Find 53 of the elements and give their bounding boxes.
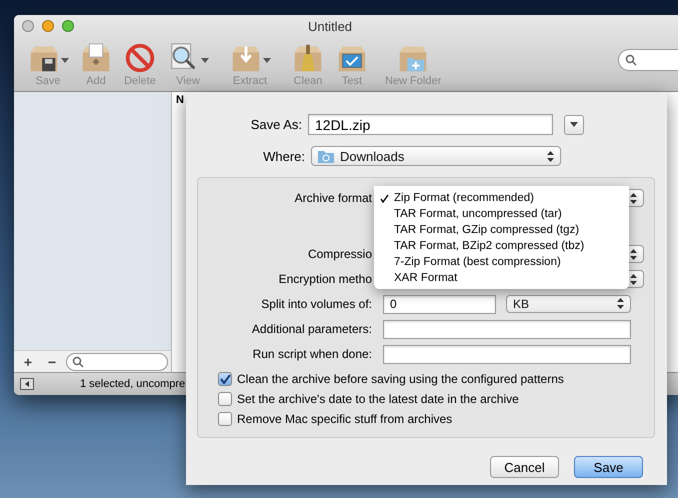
minimize-window-icon[interactable] (42, 20, 54, 32)
stepper-arrows-icon (630, 248, 637, 260)
field-label: Where: (262, 148, 306, 164)
menu-item[interactable]: TAR Format, GZip compressed (tgz) (374, 222, 629, 238)
checkbox-label: Remove Mac specific stuff from archives (237, 412, 452, 426)
search-field[interactable] (618, 49, 678, 71)
checkbox[interactable] (218, 412, 232, 426)
checkbox[interactable] (218, 372, 232, 386)
add-button[interactable]: + (18, 354, 38, 370)
caret-icon (201, 58, 209, 63)
volume-size-field[interactable]: 0 (383, 294, 496, 314)
status-text: 1 selected, uncompre (80, 378, 186, 390)
option-label: Archive format (294, 191, 372, 205)
checkbox-label: Clean the archive before saving using the configured patterns (237, 372, 564, 386)
expand-button[interactable] (564, 114, 584, 134)
option-label: Encryption metho (278, 272, 372, 286)
search-icon (625, 54, 637, 66)
location-popup[interactable]: Downloads (311, 146, 561, 166)
unit-popup[interactable]: KB (506, 294, 631, 312)
field-label: Save As: (250, 117, 303, 132)
menu-item[interactable]: TAR Format, uncompressed (tar) (374, 206, 629, 222)
filename-field[interactable]: 12DL.zip (308, 114, 553, 135)
folder-icon (318, 150, 334, 162)
close-window-icon[interactable] (22, 20, 34, 32)
option-label: Compressio (306, 247, 372, 261)
caret-icon (61, 58, 69, 63)
sidebar-toggle-icon[interactable] (20, 378, 34, 390)
checkmark-icon (220, 374, 230, 384)
option-label: Split into volumes of: (260, 297, 372, 311)
remove-button[interactable]: − (42, 354, 62, 370)
text-field[interactable] (383, 320, 631, 338)
option-label: Additional parameters: (250, 322, 372, 336)
menu-item[interactable]: 7-Zip Format (best compression) (374, 254, 629, 270)
prohibited-icon (123, 41, 157, 75)
stepper-arrows-icon (617, 298, 624, 309)
stepper-arrows-icon (630, 192, 637, 204)
search-icon (72, 356, 84, 368)
checkbox[interactable] (218, 392, 232, 406)
save-button[interactable]: Save (574, 456, 643, 478)
cancel-button[interactable]: Cancel (490, 456, 559, 478)
zoom-window-icon[interactable] (62, 20, 74, 32)
window-title: Untitled (308, 18, 352, 34)
caret-icon (263, 58, 271, 63)
text-field[interactable] (383, 344, 631, 364)
stepper-arrows-icon (547, 150, 554, 162)
search-field[interactable] (66, 352, 168, 370)
menu-item[interactable]: XAR Format (374, 270, 629, 286)
menu-item[interactable]: Zip Format (recommended) (374, 190, 629, 206)
stepper-arrows-icon (630, 274, 637, 284)
menu-item[interactable]: TAR Format, BZip2 compressed (tbz) (374, 238, 629, 254)
checkbox-label: Set the archive's date to the latest date in the archive (237, 392, 519, 406)
option-label: Run script when done: (252, 347, 372, 361)
caret-icon (570, 122, 578, 127)
